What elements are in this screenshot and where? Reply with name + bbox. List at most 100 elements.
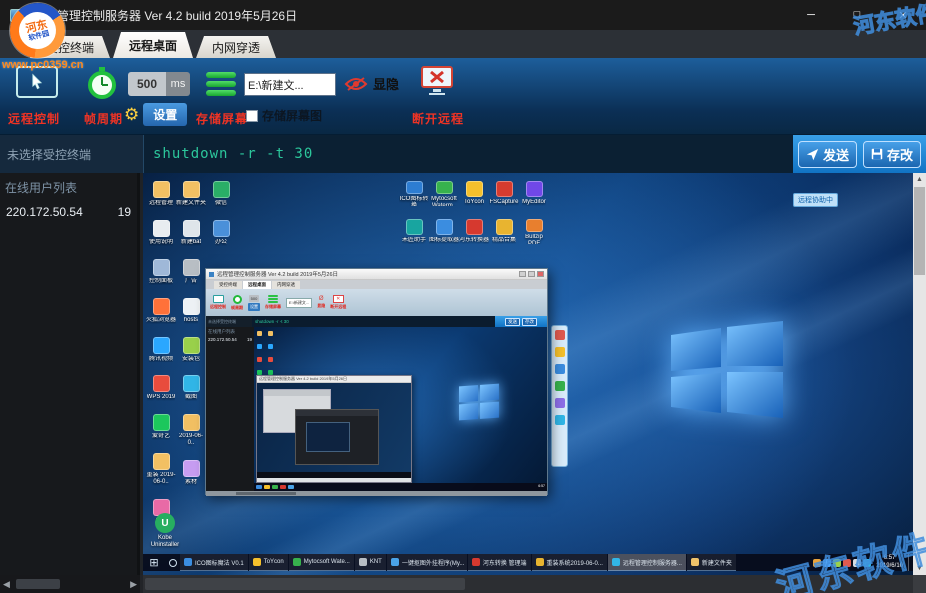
desktop-icon[interactable]: 新建bat [176, 220, 206, 246]
desktop-icon-column: 微信办公 [206, 181, 236, 259]
desktop-icon[interactable]: 火狐浏览器 [146, 298, 176, 324]
desktop-icon[interactable]: 重装 2019-06-0.. [146, 453, 176, 486]
store-screenshot-checkbox[interactable]: 存储屏幕图 [246, 107, 322, 124]
task-label: KNT [370, 559, 382, 565]
desktop-icon[interactable]: 图标提取器 [429, 219, 459, 244]
scroll-left-arrow[interactable]: ◀ [3, 579, 10, 590]
taskbar-item[interactable]: 河东转换 管理端 [468, 554, 531, 571]
send-button[interactable]: 发送 [798, 141, 857, 168]
desktop-icon[interactable]: Bullzip PDF [519, 219, 549, 244]
scroll-down-arrow[interactable]: ▼ [913, 562, 926, 575]
tray-icon[interactable] [853, 559, 861, 567]
desktop-icon[interactable]: hosts [176, 298, 206, 324]
desktop-icon[interactable]: ICO图标转换 [399, 181, 429, 206]
save-button[interactable]: 存改 [863, 141, 921, 168]
task-label: ICO图标魔法 V0.1 [195, 558, 244, 567]
remote-taskbar[interactable]: ⊞ ICO图标魔法 V0.1 ToYcon Mytocsoft Wate... [143, 554, 913, 571]
scroll-up-arrow[interactable]: ▲ [913, 173, 926, 186]
online-users-header: 在线用户列表 [0, 173, 137, 202]
gadget-icon[interactable] [555, 381, 565, 391]
desktop-icon[interactable]: 使用说明 [146, 220, 176, 246]
gadget-icon[interactable] [555, 398, 565, 408]
taskbar-clock[interactable]: 6:57 2019/6/10 [876, 555, 903, 569]
search-icon[interactable] [165, 559, 180, 567]
taskbar-item[interactable]: 重装系统2019-06-0... [532, 554, 607, 571]
period-input[interactable]: 500 ms [128, 72, 190, 96]
show-hide-button[interactable]: 显隐 [344, 74, 399, 93]
taskbar-item[interactable]: ToYcon [249, 554, 288, 571]
desktop-icon[interactable]: Mytocsoft Waterm.. [429, 181, 459, 206]
minimize-button[interactable]: ─ [788, 0, 834, 30]
checkbox-icon[interactable] [246, 110, 258, 122]
store-screen-button[interactable] [206, 69, 236, 99]
desktop-icon[interactable]: 禾匠助手 [399, 219, 429, 244]
desktop-icon[interactable]: 微信 [206, 181, 236, 207]
period-value[interactable]: 500 [128, 72, 166, 96]
desktop-icon[interactable]: WPS 2019 [146, 375, 176, 401]
desktop-icon[interactable]: 2019-06-0.. [176, 414, 206, 447]
tray-icon[interactable] [843, 559, 851, 567]
taskbar-item[interactable]: Mytocsoft Wate... [289, 554, 354, 571]
desktop-icon[interactable]: 爱奇艺 [146, 414, 176, 440]
desktop-icon[interactable]: ToYcon [459, 181, 489, 206]
desktop-icon[interactable]: 广告 [176, 259, 206, 285]
tray-icon[interactable] [863, 559, 871, 567]
desktop-horizontal-scrollbar[interactable] [143, 575, 913, 593]
watermark-url: www.pc0359.cn [2, 59, 84, 71]
show-desktop-button[interactable] [908, 554, 911, 571]
nested-app-window-screenshot[interactable]: 远程管理控制服务器 Ver 4.2 build 2019年5月26日 受控终端远… [205, 268, 548, 495]
desktop-gadget-strip[interactable] [551, 325, 568, 467]
task-label: 新建文件夹 [702, 558, 732, 567]
taskbar-item[interactable]: 远程管理控制服务器... [608, 554, 686, 571]
desktop-icon[interactable]: MyEditor [519, 181, 549, 206]
scrollbar-thumb[interactable] [914, 187, 925, 275]
gadget-icon[interactable] [555, 415, 565, 425]
taskbar-item[interactable]: KNT [355, 554, 386, 571]
disconnect-label: 断开远程 [412, 110, 464, 127]
gadget-icon[interactable] [555, 330, 565, 340]
user-row[interactable]: 220.172.50.54 19 [0, 202, 137, 222]
app-icon [183, 259, 200, 276]
tray-icon[interactable] [823, 559, 831, 567]
desktop-icon-column: 远程管理使用说明控制面板火狐浏览器腾讯视频 WPS 2019 爱奇艺重装 2019-… [146, 181, 176, 538]
desktop-icon[interactable]: 办公 [206, 220, 236, 246]
gadget-icon[interactable] [555, 347, 565, 357]
app-icon [153, 259, 170, 276]
desktop-icon[interactable]: 控制面板 [146, 259, 176, 285]
taskbar-item[interactable]: ICO图标魔法 V0.1 [180, 554, 248, 571]
desktop-icon[interactable]: U Kobe Uninstaller [147, 513, 183, 549]
tab[interactable]: 内网穿透 [196, 36, 276, 58]
vertical-scrollbar[interactable]: ▲ ▼ [913, 173, 926, 575]
settings-button[interactable]: ⚙ 设置 [124, 103, 187, 126]
save-path-input[interactable]: E:\新建文... [244, 73, 336, 96]
desktop-icon[interactable]: 河东转换器 [459, 219, 489, 244]
start-button[interactable]: ⊞ [143, 554, 165, 571]
scrollbar-thumb[interactable] [145, 578, 465, 590]
disconnect-monitor-icon[interactable] [420, 65, 454, 97]
taskbar-item[interactable]: 新建文件夹 [687, 554, 736, 571]
desktop-icon[interactable]: 新建文件夹 [176, 181, 206, 207]
desktop-icon[interactable]: 精品合集 [489, 219, 519, 244]
close-button[interactable]: ✕ [880, 0, 926, 30]
desktop-icon[interactable]: 素材 [176, 460, 206, 486]
desktop-icon[interactable]: 远程管理 [146, 181, 176, 207]
command-input[interactable]: shutdown -r -t 30 [143, 135, 793, 173]
task-app-icon [184, 558, 192, 566]
desktop-icon[interactable]: 安装包 [176, 337, 206, 363]
gadget-icon[interactable] [555, 364, 565, 374]
app-icon [466, 181, 483, 197]
remote-session-badge: 远程协助中 [793, 193, 838, 207]
scrollbar-thumb[interactable] [16, 579, 60, 589]
clock-icon[interactable] [86, 66, 118, 100]
remote-desktop-view[interactable]: 远程管理使用说明控制面板火狐浏览器腾讯视频 WPS 2019 爱奇艺重装 2019-… [143, 173, 913, 575]
desktop-icon[interactable]: 截图 [176, 375, 206, 401]
desktop-icon[interactable]: 腾讯视频 [146, 337, 176, 363]
scroll-right-arrow[interactable]: ▶ [130, 579, 137, 590]
tray-icon[interactable] [833, 559, 841, 567]
tab[interactable]: 远程桌面 [113, 32, 193, 58]
tray-icon[interactable] [813, 559, 821, 567]
desktop-icon[interactable]: FSCapture [489, 181, 519, 206]
taskbar-item[interactable]: 一键抠图外挂程序(My... [387, 554, 467, 571]
app-icon [406, 219, 423, 235]
maximize-button[interactable]: □ [834, 0, 880, 30]
